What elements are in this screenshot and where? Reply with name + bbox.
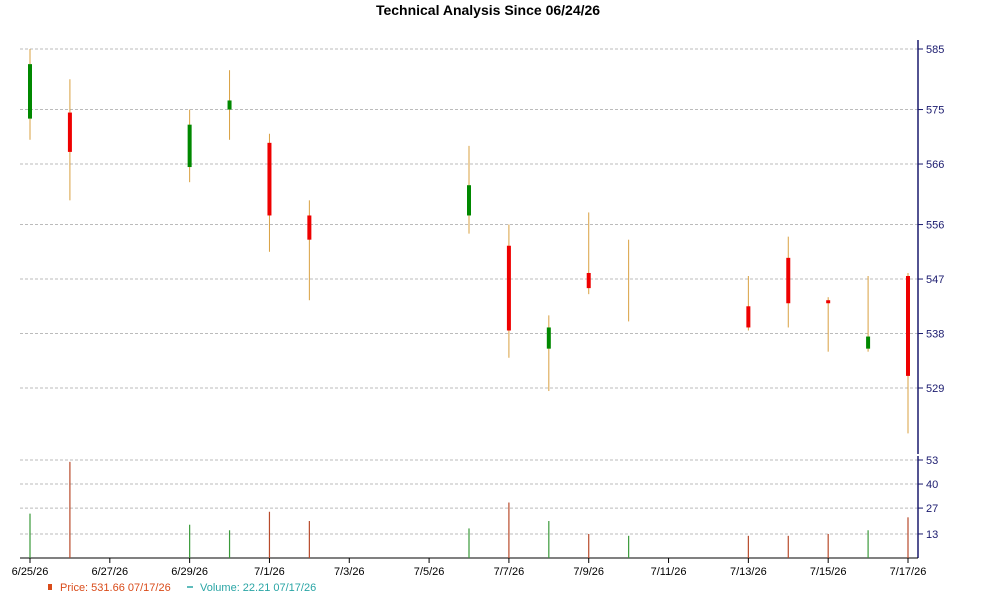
x-tick-label: 7/17/26: [890, 566, 927, 578]
technical-analysis-chart: Technical Analysis Since 06/24/26 585 575…: [12, 2, 945, 594]
legend-price-marker: [48, 584, 52, 590]
candle-body: [227, 100, 232, 110]
volume-tick-label: 13: [926, 529, 938, 541]
price-tick-label: 585: [926, 44, 944, 56]
x-tick-label: 6/25/26: [12, 566, 49, 578]
candle-body: [267, 142, 272, 216]
price-tick-label: 566: [926, 159, 944, 171]
x-tick-label: 7/15/26: [810, 566, 847, 578]
price-tick-label: 556: [926, 220, 944, 232]
candle-body: [906, 276, 910, 376]
x-tick-label: 7/9/26: [573, 566, 604, 578]
candle-body: [67, 112, 72, 152]
candle-body: [786, 257, 791, 304]
x-tick-label: 6/27/26: [91, 566, 128, 578]
candle-body: [467, 185, 471, 216]
x-tick-label: 7/3/26: [334, 566, 365, 578]
candle-body: [746, 306, 751, 328]
volume-tick-label: 27: [926, 503, 938, 515]
legend-price-label: Price: 531.66 07/17/26: [60, 582, 171, 594]
candle-body: [307, 215, 312, 240]
candle-body: [187, 124, 192, 168]
chart-title: Technical Analysis Since 06/24/26: [376, 2, 600, 18]
candle-body: [866, 336, 871, 349]
x-tick-label: 7/13/26: [730, 566, 767, 578]
candle-body: [826, 300, 831, 304]
chart-root: Technical Analysis Since 06/24/26 585 575…: [0, 0, 1000, 600]
legend-volume-label: Volume: 22.21 07/17/26: [200, 582, 316, 594]
volume-tick-label: 53: [926, 455, 938, 467]
price-tick-label: 538: [926, 329, 944, 341]
x-tick-label: 7/11/26: [651, 566, 687, 578]
x-tick-label: 7/7/26: [494, 566, 525, 578]
candle-body: [546, 327, 551, 349]
price-tick-label: 547: [926, 274, 944, 286]
price-tick-label: 575: [926, 105, 944, 117]
x-tick-label: 6/29/26: [171, 566, 208, 578]
x-tick-label: 7/1/26: [254, 566, 285, 578]
price-tick-label: 529: [926, 383, 944, 395]
candle-body: [586, 272, 591, 289]
candle-body: [28, 64, 32, 119]
x-tick-label: 7/5/26: [414, 566, 445, 578]
candle-body: [506, 245, 511, 331]
volume-tick-label: 40: [926, 479, 938, 491]
